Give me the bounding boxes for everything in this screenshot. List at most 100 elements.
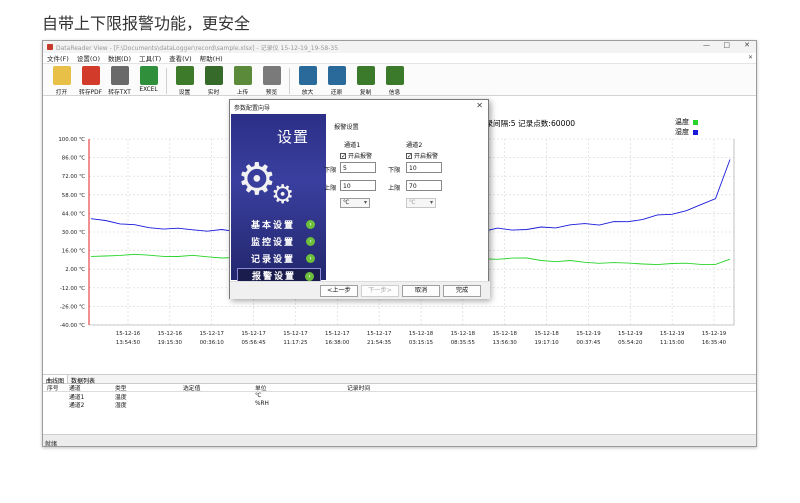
window-title: DataReader View - [F:\Documents\dataLogg…: [56, 44, 339, 52]
x-tick-date: 15-12-17: [199, 331, 223, 337]
x-tick-date: 15-12-18: [492, 331, 517, 337]
x-tick-time: 00:36:10: [200, 340, 225, 346]
toolbar-separator: [289, 68, 290, 94]
menu-tools[interactable]: 工具(T): [139, 53, 161, 63]
close-document-icon[interactable]: ✕: [748, 54, 753, 61]
y-tick-label: -40.00 ℃: [60, 323, 85, 329]
title-bar: DataReader View - [F:\Documents\dataLogg…: [43, 41, 756, 53]
x-tick-time: 16:38:00: [325, 340, 350, 346]
monitor-icon: [204, 66, 223, 85]
cancel-button[interactable]: 取消: [402, 285, 440, 297]
wizard-nav-label: 监控设置: [251, 238, 296, 248]
tab-data-list[interactable]: 数据列表: [68, 375, 98, 385]
x-tick-date: 15-12-17: [241, 331, 265, 337]
close-window-button[interactable]: ✕: [744, 41, 750, 49]
toolbar-button-0[interactable]: 打开: [47, 66, 76, 96]
upload-icon: [233, 66, 252, 85]
minimize-button[interactable]: —: [703, 41, 710, 49]
toolbar-button-11[interactable]: 信息: [380, 66, 409, 96]
toolbar-label: EXCEL: [139, 87, 158, 93]
y-tick-label: 30.00 ℃: [62, 230, 85, 236]
menu-view[interactable]: 查看(V): [169, 53, 192, 63]
dialog-title: 参数配置向导 ✕: [230, 100, 488, 113]
toolbar-button-2[interactable]: 转存TXT: [105, 66, 134, 96]
maximize-button[interactable]: □: [723, 41, 730, 49]
toolbar-button-8[interactable]: 放大: [293, 66, 322, 96]
menu-data[interactable]: 数据(D): [108, 53, 131, 63]
wizard-body: 报警设置 通道1 ✓ 开启报警 下限 5 上限 10 ℃ ▾ 通道2 ✓ 开启报警…: [324, 114, 486, 280]
wizard-nav-item-0[interactable]: 基本设置 ›: [237, 217, 321, 232]
x-tick-date: 15-12-16: [158, 331, 183, 337]
x-tick-date: 15-12-16: [116, 331, 141, 337]
table-cell: 通道2: [69, 402, 85, 409]
toolbar-label: 信息: [388, 90, 401, 96]
channel1-alarm-checkbox[interactable]: ✓ 开启报警: [340, 151, 372, 160]
x-tick-date: 15-12-18: [409, 331, 434, 337]
wizard-nav-item-2[interactable]: 记录设置 ›: [237, 251, 321, 266]
channel1-lower-label: 下限: [324, 167, 337, 174]
menu-settings[interactable]: 设置(O): [77, 53, 100, 63]
toolbar-button-4[interactable]: 设置: [170, 66, 199, 96]
wizard-sidebar: 设置 ⚙ ⚙ 基本设置 › 监控设置 › 记录设置 › 报警设置 ›: [231, 114, 326, 283]
status-bar: 就绪: [43, 434, 756, 446]
dialog-footer: <上一步 下一步> 取消 完成: [230, 281, 490, 299]
x-tick-time: 11:17:25: [283, 340, 307, 346]
toolbar-label: 预览: [265, 90, 278, 96]
toolbar-label: 打开: [55, 90, 68, 96]
chevron-down-icon: ▾: [429, 199, 433, 206]
menu-help[interactable]: 帮助(H): [200, 53, 223, 63]
arrow-right-icon: ›: [305, 272, 314, 281]
menu-bar: 文件(F) 设置(O) 数据(D) 工具(T) 查看(V) 帮助(H) ✕: [43, 53, 756, 64]
x-tick-time: 19:17:10: [534, 340, 559, 346]
x-tick-time: 21:54:35: [367, 340, 391, 346]
x-tick-time: 13:54:50: [116, 340, 141, 346]
config-wizard-dialog: 参数配置向导 ✕ 设置 ⚙ ⚙ 基本设置 › 监控设置 › 记录设置 › 报警设置 › 报警设…: [229, 99, 490, 299]
finish-button[interactable]: 完成: [443, 285, 481, 297]
x-tick-date: 15-12-19: [702, 331, 727, 337]
y-tick-label: 44.00 ℃: [62, 211, 85, 217]
x-tick-date: 15-12-18: [534, 331, 559, 337]
column-header: 序号: [47, 386, 59, 392]
prev-step-button[interactable]: <上一步: [320, 285, 358, 297]
toolbar-button-3[interactable]: EXCEL: [134, 66, 163, 96]
channel2-alarm-checkbox[interactable]: ✓ 开启报警: [406, 151, 438, 160]
x-tick-date: 15-12-19: [618, 331, 643, 337]
chevron-down-icon: ▾: [363, 199, 367, 206]
x-tick-date: 15-12-19: [660, 331, 685, 337]
toolbar-button-9[interactable]: 还原: [322, 66, 351, 96]
channel1-checkbox-icon[interactable]: ✓: [340, 152, 346, 159]
zoom-in-icon: [298, 66, 317, 85]
sidebar-title: 设置: [277, 128, 310, 146]
toolbar-button-5[interactable]: 实时: [199, 66, 228, 96]
channel2-lower-input[interactable]: 10: [406, 162, 442, 173]
toolbar-button-1[interactable]: 转存PDF: [76, 66, 105, 96]
toolbar-button-10[interactable]: 复制: [351, 66, 380, 96]
y-tick-label: -12.00 ℃: [60, 286, 85, 292]
y-tick-label: 58.00 ℃: [62, 193, 85, 199]
zoom-reset-icon: [327, 66, 346, 85]
channel1-unit-select[interactable]: ℃ ▾: [340, 198, 370, 208]
table-cell: %RH: [255, 401, 269, 407]
channel1-lower-input[interactable]: 5: [340, 162, 376, 173]
tab-curve[interactable]: 曲线图: [43, 375, 69, 385]
channel2-unit-value: ℃: [409, 200, 416, 206]
x-tick-time: 05:56:45: [241, 340, 265, 346]
table-row[interactable]: 通道2 湿度 %RH: [43, 400, 756, 409]
toolbar-button-6[interactable]: 上传: [228, 66, 257, 96]
toolbar-label: 还原: [330, 90, 343, 96]
info-icon: [385, 66, 404, 85]
channel2-checkbox-icon[interactable]: ✓: [406, 152, 412, 159]
toolbar-button-7[interactable]: 预览: [257, 66, 286, 96]
menu-file[interactable]: 文件(F): [47, 53, 69, 63]
column-header: 单位: [255, 386, 267, 392]
gear-icon: [175, 66, 194, 85]
toolbar-label: 复制: [359, 90, 372, 96]
x-tick-date: 15-12-17: [325, 331, 349, 337]
y-tick-label: -26.00 ℃: [60, 304, 85, 310]
channel1-upper-input[interactable]: 10: [340, 180, 376, 191]
dialog-close-button[interactable]: ✕: [476, 101, 483, 110]
dialog-title-text: 参数配置向导: [234, 105, 271, 112]
wizard-nav-item-1[interactable]: 监控设置 ›: [237, 234, 321, 249]
channel2-upper-input[interactable]: 70: [406, 180, 442, 191]
channel2-title: 通道2: [406, 142, 423, 149]
